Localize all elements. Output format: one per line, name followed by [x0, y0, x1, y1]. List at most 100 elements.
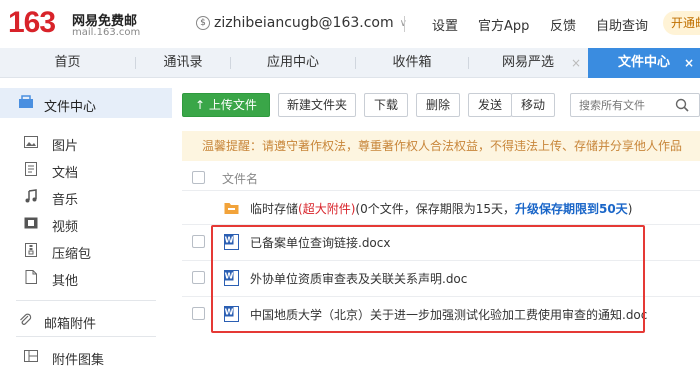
tab-bar: 首页 通讯录 应用中心 收件箱 网易严选 × 文件中心 × — [0, 48, 700, 78]
upload-button[interactable]: ↑ 上传文件 — [182, 93, 270, 117]
image-icon — [24, 136, 38, 148]
settings-link[interactable]: 设置 — [432, 15, 458, 34]
file-name: 已备案单位查询链接.docx — [250, 236, 391, 250]
file-row[interactable]: W 中国地质大学（北京）关于进一步加强测试化验加工费使用审查的通知.doc — [182, 300, 700, 328]
file-name: 中国地质大学（北京）关于进一步加强测试化验加工费使用审查的通知.doc — [250, 308, 648, 322]
new-folder-button[interactable]: 新建文件夹 — [278, 93, 356, 117]
search-input[interactable] — [571, 94, 671, 116]
app-link[interactable]: 官方App — [478, 15, 529, 34]
sidebar-item-documents[interactable]: 文档 — [0, 159, 172, 181]
tab-label: 首页 — [54, 55, 81, 70]
sidebar-item-mail-attachments[interactable]: 邮箱附件 — [0, 310, 172, 332]
sidebar-item-archives[interactable]: 压缩包 — [0, 240, 172, 262]
gallery-icon — [24, 350, 38, 362]
new-folder-label: 新建文件夹 — [286, 98, 347, 112]
sidebar-item-label: 视频 — [52, 220, 79, 235]
sidebar-item-images[interactable]: 图片 — [0, 132, 172, 154]
temp-storage-info: (0个文件，保存期限为15天， — [355, 202, 515, 216]
row-divider — [182, 296, 700, 297]
document-icon — [25, 162, 37, 176]
download-button[interactable]: 下载 — [364, 93, 408, 117]
sidebar-divider — [16, 336, 156, 337]
paperclip-icon — [20, 313, 32, 325]
sidebar-item-label: 压缩包 — [52, 247, 92, 262]
tab-home[interactable]: 首页 — [0, 48, 135, 78]
sidebar-item-video[interactable]: 视频 — [0, 213, 172, 235]
svg-text:W: W — [225, 308, 234, 317]
tab-label: 网易严选 — [501, 55, 554, 70]
delete-button[interactable]: 删除 — [416, 93, 460, 117]
word-doc-icon: W — [224, 270, 239, 286]
feedback-link[interactable]: 反馈 — [550, 15, 576, 34]
word-doc-icon: W — [224, 306, 239, 322]
file-name: 外协单位资质审查表及关联关系声明.doc — [250, 272, 468, 286]
self-service-link[interactable]: 自助查询 — [596, 15, 648, 34]
file-center-icon — [19, 95, 33, 108]
row-divider — [182, 190, 700, 191]
folder-icon — [224, 203, 239, 214]
tab-label: 收件箱 — [392, 55, 432, 70]
logo-domain: mail.163.com — [72, 27, 141, 38]
temp-storage-name: 临时存储 — [250, 202, 299, 216]
video-icon — [24, 217, 38, 229]
account-menu[interactable]: $ zizhibeiancugb@163.com ∨ — [196, 15, 407, 31]
sidebar-item-label: 其他 — [52, 274, 79, 289]
select-all-checkbox[interactable] — [192, 171, 205, 184]
move-button[interactable]: 移动 — [511, 93, 555, 117]
temp-storage-row[interactable]: 临时存储(超大附件)(0个文件，保存期限为15天，升级保存期限到50天) — [182, 194, 700, 222]
column-filename: 文件名 — [222, 172, 259, 186]
svg-text:W: W — [225, 236, 234, 245]
file-row[interactable]: W 已备案单位查询链接.docx — [182, 228, 700, 256]
row-checkbox[interactable] — [192, 235, 205, 248]
sidebar-item-label: 图片 — [52, 139, 79, 154]
sidebar-item-label: 邮箱附件 — [44, 317, 97, 332]
close-icon[interactable]: × — [684, 48, 694, 78]
sidebar-item-attachment-gallery[interactable]: 附件图集 — [0, 346, 172, 368]
archive-icon — [25, 243, 37, 257]
top-header: 163 网易免费邮 mail.163.com $ zizhibeiancugb@… — [0, 0, 700, 48]
upload-arrow-icon: ↑ — [195, 98, 209, 112]
svg-text:W: W — [225, 272, 234, 281]
oversize-tag: (超大附件) — [298, 202, 356, 216]
file-row[interactable]: W 外协单位资质审查表及关联关系声明.doc — [182, 264, 700, 292]
upgrade-link[interactable]: 升级保存期限到50天 — [515, 202, 628, 216]
row-checkbox[interactable] — [192, 307, 205, 320]
file-search[interactable] — [570, 93, 700, 117]
sidebar-item-music[interactable]: 音乐 — [0, 186, 172, 208]
tab-label: 通讯录 — [163, 55, 203, 70]
file-icon — [25, 270, 37, 284]
row-checkbox[interactable] — [192, 271, 205, 284]
tab-file-center[interactable]: 文件中心 × — [588, 48, 700, 78]
row-divider — [182, 224, 700, 225]
header-divider — [404, 16, 405, 32]
mail-file-center-page: 163 网易免费邮 mail.163.com $ zizhibeiancugb@… — [0, 0, 700, 380]
vip-button[interactable]: 开通邮 — [663, 11, 700, 35]
logo-number[interactable]: 163 — [8, 6, 56, 40]
upload-label: 上传文件 — [208, 98, 257, 112]
move-label: 移动 — [520, 98, 545, 112]
tab-contacts[interactable]: 通讯录 — [136, 48, 230, 78]
tab-yanxuan[interactable]: 网易严选 × — [469, 48, 587, 78]
account-icon: $ — [196, 16, 210, 30]
tab-app-center[interactable]: 应用中心 — [231, 48, 355, 78]
search-icon[interactable] — [675, 98, 689, 112]
tab-label: 应用中心 — [266, 55, 319, 70]
sidebar-item-file-center[interactable]: 文件中心 — [0, 88, 172, 118]
send-button[interactable]: 发送 — [468, 93, 512, 117]
send-label: 发送 — [477, 98, 502, 112]
sidebar-divider — [16, 300, 156, 301]
file-center-main: ↑ 上传文件 新建文件夹 下载 删除 发送 移动 搜索所有文件 温馨提醒：请遵守… — [172, 78, 700, 380]
sidebar-item-other[interactable]: 其他 — [0, 267, 172, 289]
sidebar: 文件中心 图片 文档 音乐 视频 压缩包 其他 邮箱附件 附件图集 — [0, 78, 172, 380]
tab-label: 文件中心 — [617, 55, 670, 70]
sidebar-item-label: 音乐 — [52, 193, 79, 208]
temp-storage-suffix: ) — [627, 202, 633, 216]
close-icon[interactable]: × — [571, 48, 581, 78]
sidebar-header-label: 文件中心 — [44, 100, 97, 115]
temp-storage-label: 临时存储(超大附件)(0个文件，保存期限为15天，升级保存期限到50天) — [250, 200, 632, 217]
word-doc-icon: W — [224, 234, 239, 250]
delete-label: 删除 — [425, 98, 450, 112]
copyright-notice: 温馨提醒：请遵守著作权法，尊重著作权人合法权益，不得违法上传、存储并分享他人作品 — [182, 131, 700, 161]
download-label: 下载 — [373, 98, 398, 112]
tab-inbox[interactable]: 收件箱 — [356, 48, 468, 78]
